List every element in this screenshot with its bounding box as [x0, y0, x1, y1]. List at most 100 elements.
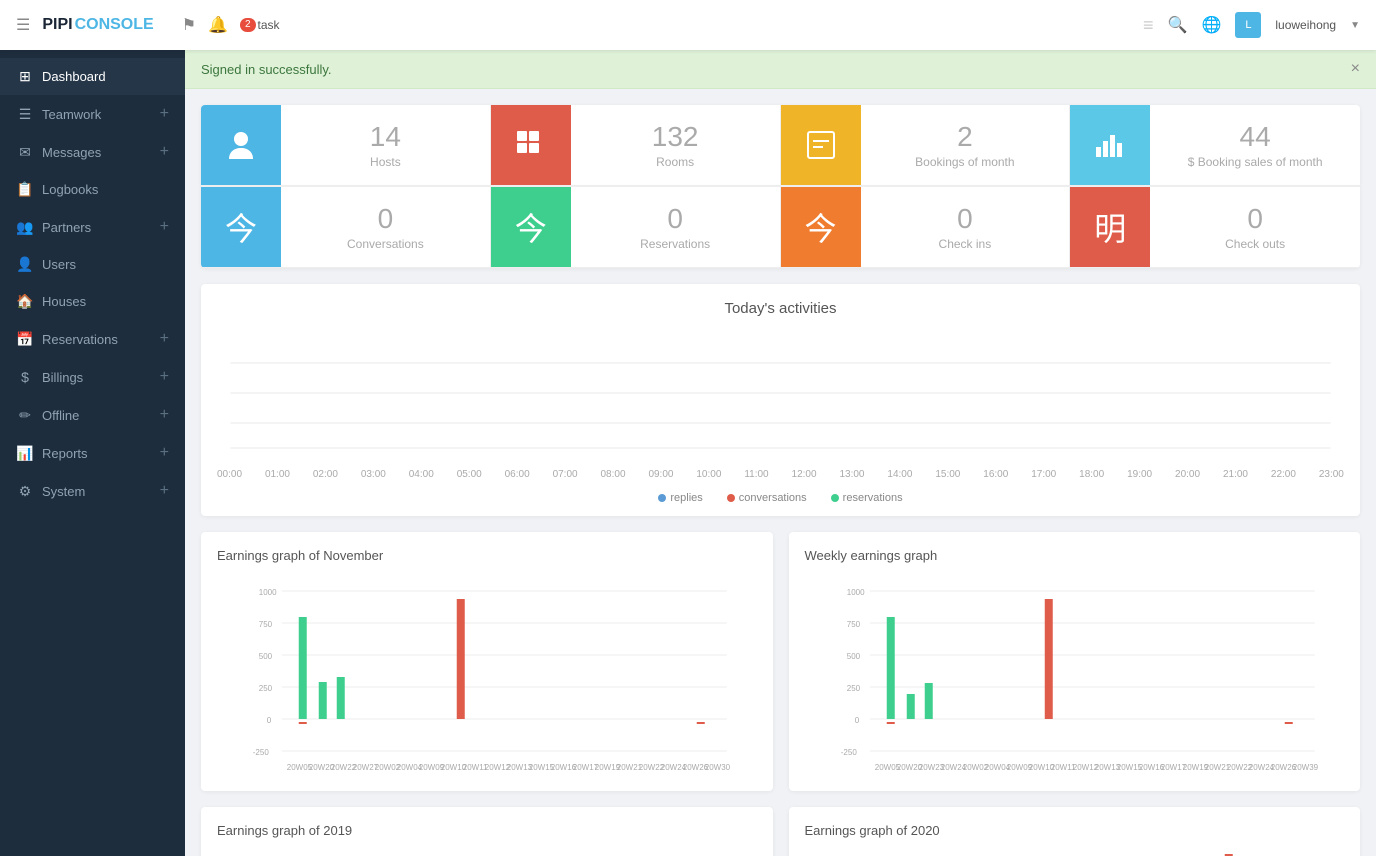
main-content: Signed in successfully. × 14 Hosts: [185, 50, 1376, 856]
sidebar-label-reports: Reports: [42, 446, 152, 461]
hosts-number: 14: [297, 121, 474, 153]
system-icon: ⚙: [16, 483, 34, 500]
sidebar-item-users[interactable]: 👤 Users: [0, 246, 185, 283]
activities-chart-area: [201, 325, 1360, 465]
sidebar-item-reservations[interactable]: 📅 Reservations +: [0, 320, 185, 358]
flag-icon[interactable]: ⚑: [182, 15, 196, 35]
svg-text:0: 0: [854, 716, 859, 725]
svg-text:-250: -250: [840, 748, 857, 757]
activities-chart: [217, 333, 1344, 453]
sidebar-label-partners: Partners: [42, 220, 152, 235]
list-icon[interactable]: ≡: [1143, 15, 1154, 36]
reports-plus-icon[interactable]: +: [160, 444, 169, 462]
activities-card: Today's activities 00:0001:0002:00 03:00…: [201, 284, 1360, 516]
sidebar-item-reports[interactable]: 📊 Reports +: [0, 434, 185, 472]
notification-bell-wrapper: 🔔: [208, 15, 228, 35]
svg-text:20W39: 20W39: [1292, 763, 1318, 772]
sidebar-item-partners[interactable]: 👥 Partners +: [0, 208, 185, 246]
check-outs-number: 0: [1166, 203, 1344, 235]
rooms-stat-info: 132 Rooms: [571, 121, 780, 169]
hamburger-icon[interactable]: ☰: [16, 15, 30, 35]
check-ins-label: Check ins: [877, 237, 1054, 251]
user-dropdown-icon[interactable]: ▼: [1350, 20, 1360, 31]
brand-pipi: PIPI: [42, 16, 72, 34]
check-outs-label: Check outs: [1166, 237, 1344, 251]
sidebar-item-offline[interactable]: ✏ Offline +: [0, 396, 185, 434]
teamwork-plus-icon[interactable]: +: [160, 105, 169, 123]
sidebar-label-reservations: Reservations: [42, 332, 152, 347]
conversations-stat-info: 0 Conversations: [281, 203, 490, 251]
conversations-label: Conversations: [297, 237, 474, 251]
booking-sales-icon-box: [1070, 105, 1150, 185]
svg-text:-250: -250: [253, 748, 270, 757]
sidebar-item-dashboard[interactable]: ⊞ Dashboard: [0, 58, 185, 95]
stat-card-bookings: 2 Bookings of month: [781, 105, 1071, 186]
stat-card-conversations: 今 0 Conversations: [201, 187, 491, 268]
billings-icon: $: [16, 369, 34, 385]
sidebar-item-houses[interactable]: 🏠 Houses: [0, 283, 185, 320]
offline-icon: ✏: [16, 407, 34, 424]
username[interactable]: luoweihong: [1275, 18, 1336, 32]
check-outs-char: 明: [1094, 204, 1126, 250]
sidebar-label-system: System: [42, 484, 152, 499]
sidebar-item-messages[interactable]: ✉ Messages +: [0, 133, 185, 171]
globe-icon[interactable]: 🌐: [1201, 15, 1221, 35]
offline-plus-icon[interactable]: +: [160, 406, 169, 424]
task-label: task: [258, 18, 280, 32]
svg-text:20W30: 20W30: [705, 763, 731, 772]
task-count-badge: 2: [240, 18, 256, 32]
partners-plus-icon[interactable]: +: [160, 218, 169, 236]
sidebar-item-teamwork[interactable]: ☰ Teamwork +: [0, 95, 185, 133]
alert-banner: Signed in successfully. ×: [185, 50, 1376, 89]
legend-reservations: reservations: [831, 492, 903, 504]
svg-text:250: 250: [259, 684, 273, 693]
billings-plus-icon[interactable]: +: [160, 368, 169, 386]
reservations-today-icon-box: 今: [491, 187, 571, 267]
stat-card-rooms: 132 Rooms: [491, 105, 781, 186]
bookings-icon-box: [781, 105, 861, 185]
rooms-icon-box: [491, 105, 571, 185]
earnings-weekly-title: Weekly earnings graph: [805, 548, 1345, 563]
bookings-label: Bookings of month: [877, 155, 1054, 169]
svg-text:750: 750: [259, 620, 273, 629]
earnings-weekly-card: Weekly earnings graph 1000 750 500 250 0…: [789, 532, 1361, 791]
stat-card-reservations-today: 今 0 Reservations: [491, 187, 781, 268]
sidebar-item-system[interactable]: ⚙ System +: [0, 472, 185, 510]
hosts-label: Hosts: [297, 155, 474, 169]
users-icon: 👤: [16, 256, 34, 273]
alert-close-button[interactable]: ×: [1351, 60, 1360, 78]
sidebar-item-billings[interactable]: $ Billings +: [0, 358, 185, 396]
topnav-right: ≡ 🔍 🌐 L luoweihong ▼: [1143, 12, 1360, 38]
alert-message: Signed in successfully.: [201, 62, 332, 77]
messages-plus-icon[interactable]: +: [160, 143, 169, 161]
legend-replies-label: replies: [670, 492, 702, 504]
sidebar-label-dashboard: Dashboard: [42, 69, 169, 84]
teamwork-icon: ☰: [16, 106, 34, 123]
reservations-today-char: 今: [515, 204, 547, 250]
stats-grid: 14 Hosts 132 Rooms: [201, 105, 1360, 186]
activities-title: Today's activities: [201, 284, 1360, 325]
bell-icon[interactable]: 🔔: [208, 15, 228, 35]
sidebar-item-logbooks[interactable]: 📋 Logbooks: [0, 171, 185, 208]
brand: PIPI CONSOLE: [42, 16, 153, 34]
topnav-left: ☰ PIPI CONSOLE ⚑ 🔔 2 task: [16, 15, 1143, 35]
search-icon[interactable]: 🔍: [1168, 15, 1188, 35]
system-plus-icon[interactable]: +: [160, 482, 169, 500]
rooms-number: 132: [587, 121, 764, 153]
earnings-weekly-chart: 1000 750 500 250 0 -250: [805, 575, 1345, 775]
sidebar-label-teamwork: Teamwork: [42, 107, 152, 122]
earnings-2020-title: Earnings graph of 2020: [805, 823, 1345, 838]
reports-icon: 📊: [16, 445, 34, 462]
earnings-row: Earnings graph of November 1000 750 500 …: [201, 532, 1360, 791]
check-ins-icon-box: 今: [781, 187, 861, 267]
legend-conversations-label: conversations: [739, 492, 807, 504]
stat-card-check-ins: 今 0 Check ins: [781, 187, 1071, 268]
check-ins-stat-info: 0 Check ins: [861, 203, 1070, 251]
svg-text:1000: 1000: [259, 588, 277, 597]
topnav: ☰ PIPI CONSOLE ⚑ 🔔 2 task ≡ 🔍 🌐 L luowei…: [0, 0, 1376, 50]
svg-text:0: 0: [267, 716, 272, 725]
check-ins-number: 0: [877, 203, 1054, 235]
activities-x-axis: 00:0001:0002:00 03:0004:0005:00 06:0007:…: [201, 465, 1360, 484]
reservations-plus-icon[interactable]: +: [160, 330, 169, 348]
check-outs-stat-info: 0 Check outs: [1150, 203, 1360, 251]
